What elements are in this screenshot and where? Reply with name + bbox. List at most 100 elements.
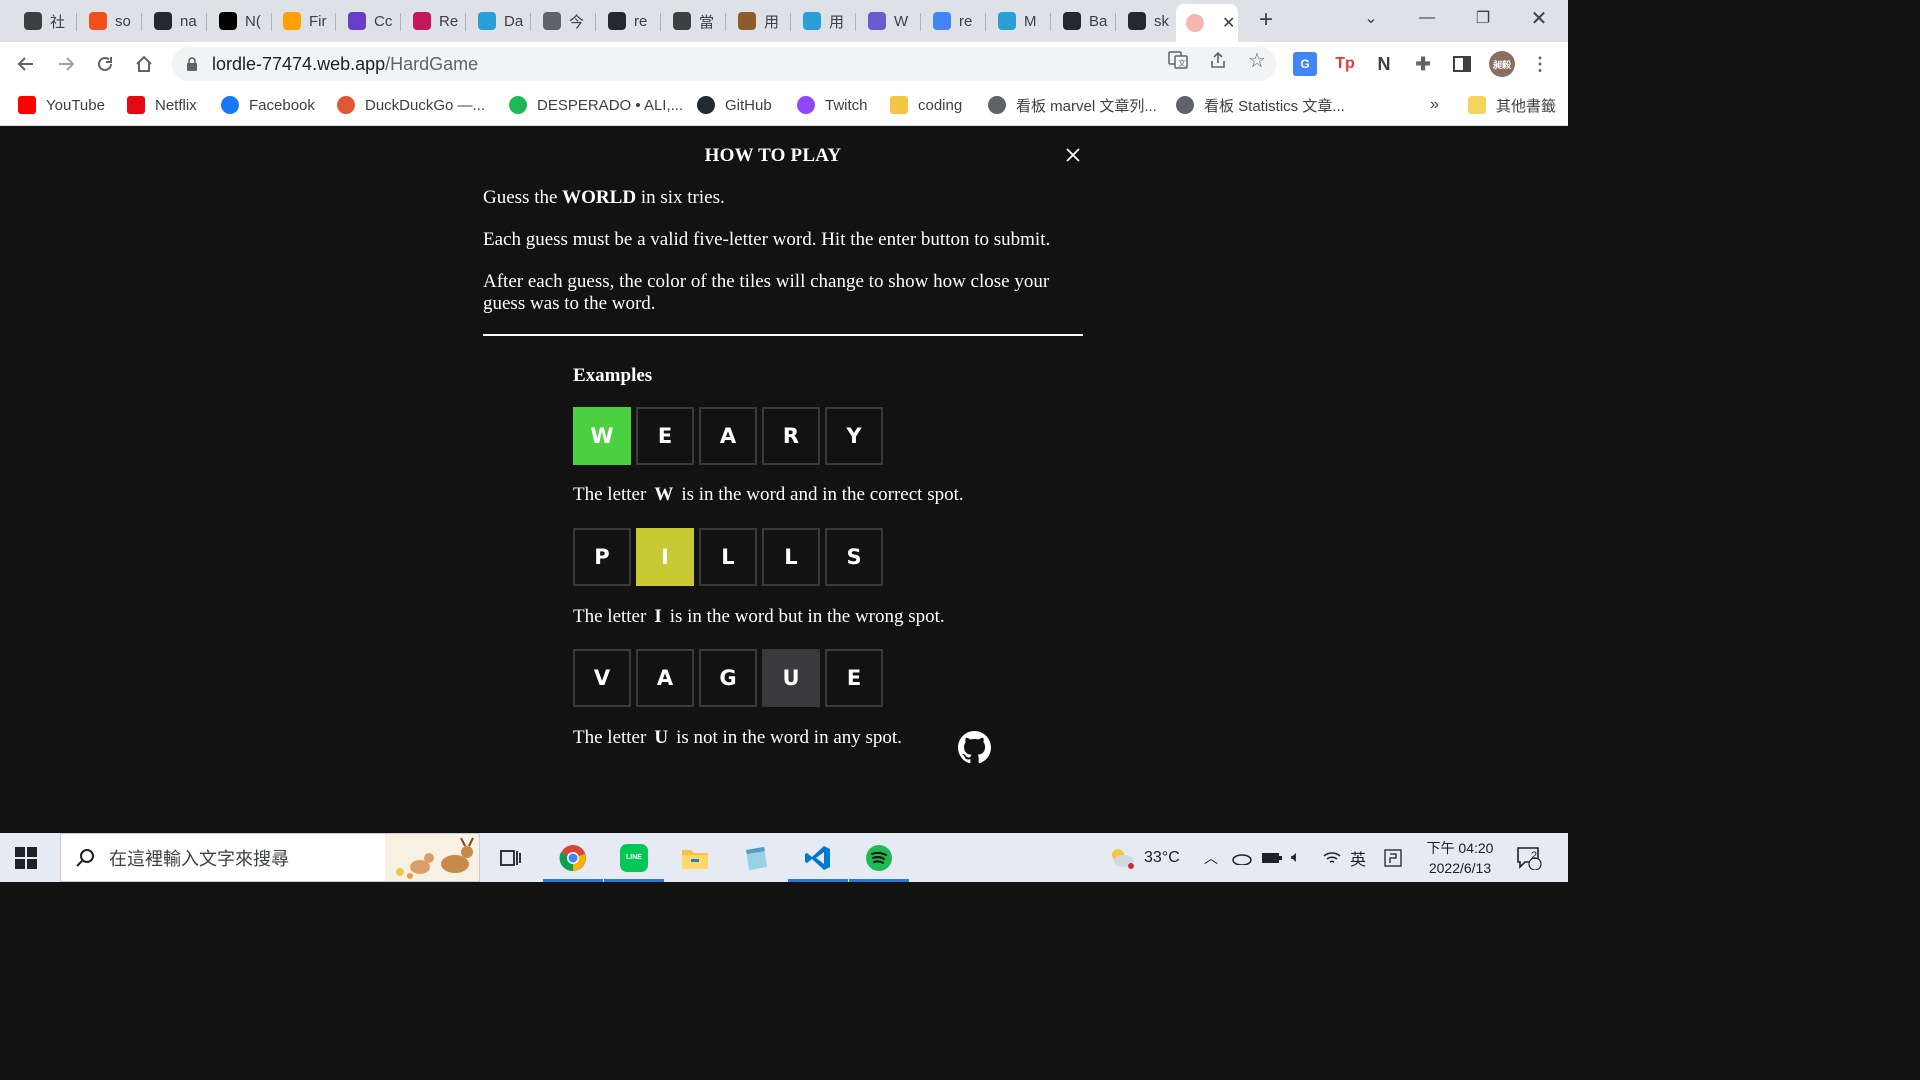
target-word: WORLD	[562, 187, 637, 208]
github-icon[interactable]	[958, 731, 991, 764]
new-tab-button[interactable]: +	[1253, 8, 1279, 34]
tab-3[interactable]: N(	[209, 4, 272, 38]
taskbar-vscode[interactable]	[788, 833, 848, 882]
bookmark-7[interactable]: coding	[890, 94, 962, 116]
bookmark-1[interactable]: Netflix	[127, 94, 197, 116]
windows-start-icon[interactable]	[14, 846, 38, 870]
ime-mode-icon[interactable]	[1384, 833, 1402, 882]
forward-button[interactable]	[52, 50, 80, 78]
bookmarks-overflow-button[interactable]: »	[1430, 94, 1439, 116]
examples-heading: Examples	[573, 365, 653, 386]
bookmark-star-icon[interactable]: ☆	[1246, 49, 1268, 72]
wifi-icon[interactable]	[1322, 833, 1342, 882]
address-bar[interactable]: lordle-77474.web.app/HardGame	[172, 47, 1276, 81]
github-icon	[608, 12, 626, 30]
translate-icon[interactable]: 文	[1167, 49, 1189, 71]
share-icon[interactable]	[1207, 49, 1229, 71]
letter-tile-present: I	[636, 528, 694, 586]
system-clock[interactable]: 下午 04:20 2022/6/13	[1412, 838, 1508, 878]
globe-icon	[1176, 96, 1194, 114]
tab-title: Da	[504, 12, 524, 30]
tab-6[interactable]: Re	[403, 4, 466, 38]
bookmark-8[interactable]: 看板 marvel 文章列...	[988, 94, 1157, 116]
letter-tile-empty: E	[636, 407, 694, 465]
tab-11[interactable]: 用	[728, 4, 791, 38]
onedrive-icon[interactable]	[1232, 833, 1252, 882]
tab-17[interactable]: sk	[1118, 4, 1181, 38]
back-button[interactable]	[12, 50, 40, 78]
tp-extension-icon[interactable]: Tp	[1333, 52, 1357, 76]
tab-2[interactable]: na	[144, 4, 207, 38]
taskbar-line[interactable]: LINE	[604, 833, 664, 882]
close-modal-icon[interactable]	[1063, 145, 1083, 165]
tab-9[interactable]: re	[598, 4, 661, 38]
tab-15[interactable]: M	[988, 4, 1051, 38]
tab-10[interactable]: 當	[663, 4, 726, 38]
letter-tile-empty: G	[699, 649, 757, 707]
restore-button[interactable]: ❐	[1455, 0, 1511, 36]
taskbar-spotify[interactable]	[849, 833, 909, 882]
tab-8[interactable]: 今	[533, 4, 596, 38]
battery-icon[interactable]	[1261, 833, 1283, 882]
tab-5[interactable]: Cc	[338, 4, 401, 38]
bookmark-5[interactable]: GitHub	[697, 94, 772, 116]
tab-13[interactable]: W	[858, 4, 921, 38]
side-panel-icon[interactable]	[1450, 52, 1474, 76]
tab-14[interactable]: re	[923, 4, 986, 38]
highlight-letter: U	[654, 727, 669, 748]
bookmark-0[interactable]: YouTube	[18, 94, 105, 116]
tab-12[interactable]: 用	[793, 4, 856, 38]
bookmark-4[interactable]: DESPERADO • ALI,...	[509, 94, 683, 116]
tab-active[interactable]: ✕	[1176, 4, 1238, 42]
bookmark-2[interactable]: Facebook	[221, 94, 315, 116]
tab-separator	[335, 13, 336, 31]
letter-tile-empty: R	[762, 407, 820, 465]
other-bookmarks[interactable]: 其他書籤	[1468, 94, 1556, 116]
twitch-icon	[797, 96, 815, 114]
tab-title: so	[115, 12, 131, 30]
tab-0[interactable]: 社	[14, 4, 77, 38]
profile-avatar[interactable]: 昶毅	[1489, 51, 1515, 77]
tab-7[interactable]: Da	[468, 4, 531, 38]
taskbar-chrome[interactable]	[543, 833, 603, 882]
reload-button[interactable]	[91, 50, 119, 78]
tab-1[interactable]: so	[79, 4, 142, 38]
weather-widget[interactable]: 33°C	[1108, 833, 1180, 882]
bookmark-6[interactable]: Twitch	[797, 94, 868, 116]
tab-16[interactable]: Ba	[1053, 4, 1116, 38]
letter-tile-correct: W	[573, 407, 631, 465]
close-window-button[interactable]: ✕	[1511, 0, 1567, 36]
tab-title: re	[959, 12, 973, 30]
facebook-icon	[221, 96, 239, 114]
bookmark-label: Facebook	[249, 96, 315, 114]
menu-kebab-icon[interactable]: ⋮	[1528, 52, 1552, 76]
volume-icon[interactable]: 🔈︎	[1291, 833, 1301, 882]
file-explorer-icon	[682, 849, 708, 869]
globe-icon	[543, 12, 561, 30]
firebase-icon	[283, 12, 301, 30]
bookmark-3[interactable]: DuckDuckGo —...	[337, 94, 485, 116]
tray-chevron-icon[interactable]: ︿	[1204, 833, 1218, 882]
tab-title: sk	[1154, 12, 1169, 30]
google-translate-extension-icon[interactable]: G	[1293, 52, 1317, 76]
close-tab-icon[interactable]: ✕	[1222, 13, 1235, 33]
tab-title: Ba	[1089, 12, 1108, 30]
figma-icon	[89, 12, 107, 30]
taskbar-file-explorer[interactable]	[665, 833, 725, 882]
home-button[interactable]	[130, 50, 158, 78]
notion-extension-icon[interactable]: N	[1372, 52, 1396, 76]
taskbar-notes[interactable]	[726, 833, 786, 882]
tab-search-button[interactable]: ⌄	[1343, 0, 1399, 36]
tab-separator	[985, 13, 986, 31]
minimize-button[interactable]: —	[1399, 0, 1455, 36]
spotify-icon	[866, 844, 892, 871]
ime-indicator[interactable]: 英	[1350, 833, 1366, 882]
extensions-puzzle-icon[interactable]: ✚	[1411, 52, 1435, 76]
task-view-button[interactable]	[481, 833, 541, 882]
notification-center-button[interactable]: 2	[1516, 833, 1542, 882]
bookmark-9[interactable]: 看板 Statistics 文章...	[1176, 94, 1345, 116]
tab-4[interactable]: Fir	[273, 4, 336, 38]
globe-icon	[988, 96, 1006, 114]
taskbar-search-box[interactable]: 在這裡輸入文字來搜尋	[60, 833, 480, 882]
letter-tile-absent: U	[762, 649, 820, 707]
